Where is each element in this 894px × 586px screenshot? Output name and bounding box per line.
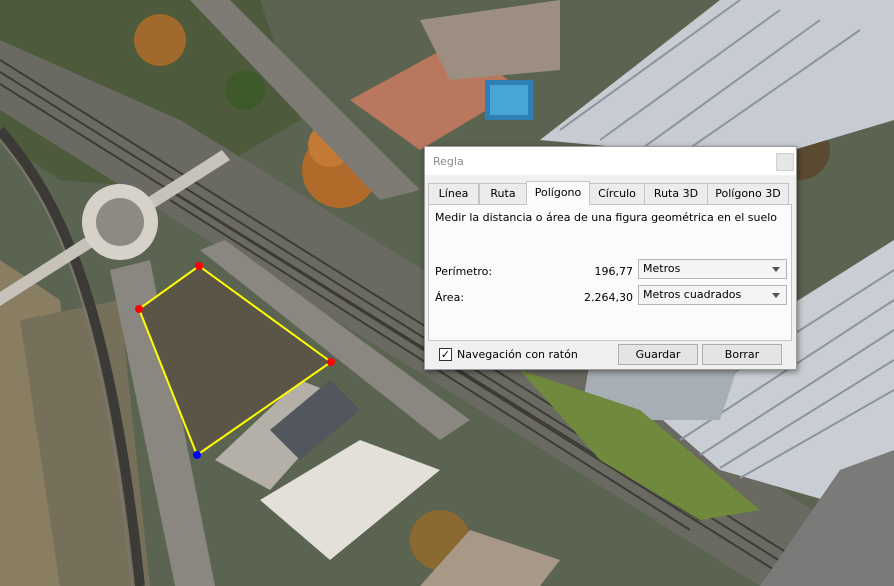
- area-unit-value: Metros cuadrados: [643, 288, 742, 301]
- polygon-vertex: [135, 305, 143, 313]
- panel-description: Medir la distancia o área de una figura …: [435, 211, 778, 224]
- perimeter-value: 196,77: [594, 265, 634, 278]
- close-button[interactable]: [776, 153, 794, 171]
- chevron-down-icon: [772, 267, 780, 272]
- area-unit-select[interactable]: Metros cuadrados: [638, 285, 787, 305]
- perimeter-unit-select[interactable]: Metros: [638, 259, 787, 279]
- mouse-navigation-text: Navegación con ratón: [457, 348, 578, 361]
- ruler-dialog: Regla Línea Ruta Polígono Círculo Ruta 3…: [424, 146, 797, 370]
- polygon-vertex: [195, 262, 203, 270]
- mouse-navigation-label[interactable]: Navegación con ratón: [457, 348, 578, 361]
- polygon-panel: Medir la distancia o área de una figura …: [428, 204, 792, 341]
- dialog-title: Regla: [433, 155, 464, 168]
- chevron-down-icon: [772, 293, 780, 298]
- area-value: 2.264,30: [584, 291, 633, 304]
- tab-path[interactable]: Ruta: [479, 183, 527, 204]
- area-label: Área:: [435, 291, 465, 304]
- perimeter-unit-value: Metros: [643, 262, 681, 275]
- mouse-navigation-checkbox[interactable]: ✓: [439, 348, 452, 361]
- tab-line[interactable]: Línea: [428, 183, 479, 204]
- polygon-vertex: [327, 358, 335, 366]
- tab-polygon[interactable]: Polígono: [526, 181, 590, 205]
- tab-circle[interactable]: Círculo: [589, 183, 645, 204]
- polygon-last-vertex: [193, 451, 201, 459]
- tab-polygon-3d[interactable]: Polígono 3D: [707, 183, 789, 204]
- tab-path-3d[interactable]: Ruta 3D: [644, 183, 708, 204]
- save-button[interactable]: Guardar: [618, 344, 698, 365]
- clear-button[interactable]: Borrar: [702, 344, 782, 365]
- dialog-titlebar[interactable]: Regla: [425, 147, 796, 175]
- perimeter-label: Perímetro:: [435, 265, 493, 278]
